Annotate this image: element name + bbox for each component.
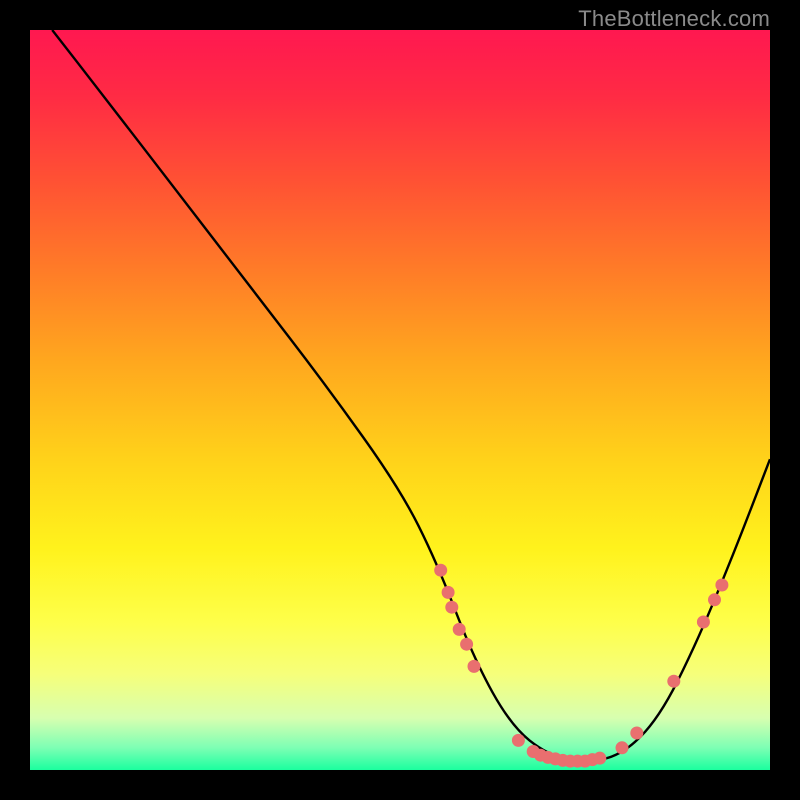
watermark-text: TheBottleneck.com [578,6,770,32]
curve-marker [667,675,680,688]
curve-marker [460,638,473,651]
curve-marker [512,734,525,747]
curve-marker [434,564,447,577]
curve-marker [468,660,481,673]
curve-marker [445,601,458,614]
curve-marker [630,727,643,740]
curve-marker [616,741,629,754]
curve-marker [697,616,710,629]
curve-marker [442,586,455,599]
curve-line [52,30,770,761]
curve-marker [453,623,466,636]
chart-frame: TheBottleneck.com [0,0,800,800]
curve-marker [708,593,721,606]
bottleneck-curve-path [52,30,770,761]
plot-area [30,30,770,770]
chart-svg [30,30,770,770]
curve-marker [715,579,728,592]
curve-marker [593,752,606,765]
